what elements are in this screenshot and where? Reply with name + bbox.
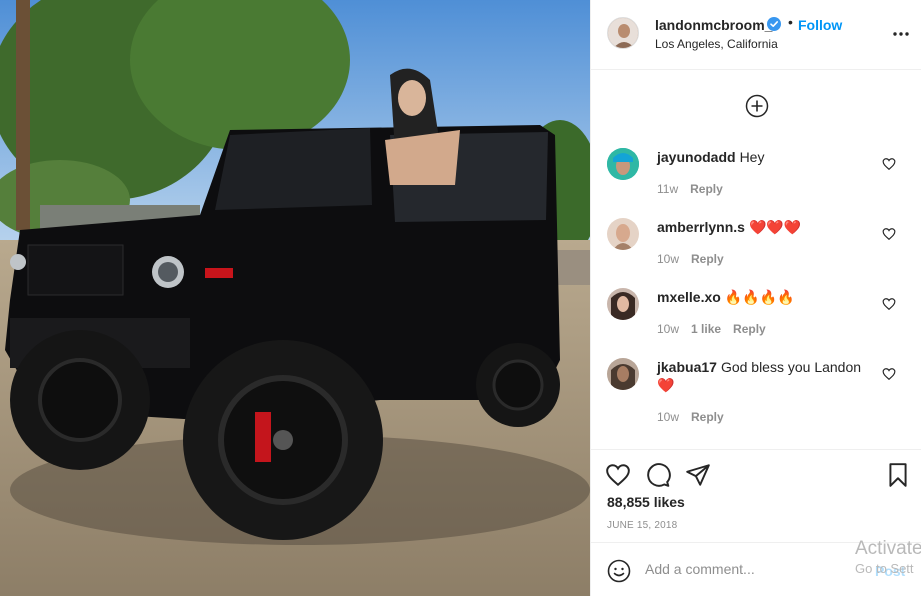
comment-time[interactable]: 10w — [657, 252, 679, 266]
comment-time[interactable]: 10w — [657, 322, 679, 336]
comment-username[interactable]: amberrlynn.s — [657, 219, 745, 235]
comment-username[interactable]: jkabua17 — [657, 359, 717, 375]
load-more-comments-icon[interactable] — [745, 94, 769, 118]
comment-body: jkabua17 God bless you Landon ❤️ — [657, 358, 877, 394]
header-separator: • — [788, 14, 793, 30]
comment-reply-button[interactable]: Reply — [690, 182, 723, 196]
comment-like-heart-icon[interactable] — [882, 297, 896, 311]
comment-username[interactable]: mxelle.xo — [657, 289, 721, 305]
commenter-avatar[interactable] — [607, 358, 639, 390]
post-location[interactable]: Los Angeles, California — [655, 37, 778, 51]
comment-meta: 11w Reply — [657, 182, 735, 196]
comment-like-heart-icon[interactable] — [882, 227, 896, 241]
comment-like-heart-icon[interactable] — [882, 367, 896, 381]
comment-like-heart-icon[interactable] — [882, 157, 896, 171]
post-actions: 88,855 likes JUNE 15, 2018 — [591, 449, 921, 542]
comment-reply-button[interactable]: Reply — [733, 322, 766, 336]
post-photo-image — [0, 0, 590, 596]
activation-watermark: Activate Go to Sett — [855, 538, 921, 578]
emoji-icon[interactable] — [607, 559, 631, 583]
post-date[interactable]: JUNE 15, 2018 — [607, 520, 677, 531]
comment-body: mxelle.xo 🔥🔥🔥🔥 — [657, 288, 877, 306]
comment-body: amberrlynn.s ❤️❤️❤️ — [657, 218, 877, 236]
commenter-avatar[interactable] — [607, 148, 639, 180]
comment-input[interactable] — [645, 561, 845, 577]
watermark-line-2: Go to Sett — [855, 561, 914, 576]
bookmark-icon[interactable] — [885, 462, 911, 488]
commenter-avatar[interactable] — [607, 288, 639, 320]
watermark-line-1: Activate — [855, 538, 921, 559]
comment-time[interactable]: 11w — [657, 182, 678, 196]
comment-icon[interactable] — [645, 462, 671, 488]
verified-badge-icon — [767, 17, 781, 31]
comment-time[interactable]: 10w — [657, 410, 679, 424]
comment-likes-count[interactable]: 1 like — [691, 322, 721, 336]
comment-meta: 10w Reply — [657, 410, 736, 424]
comment-reply-button[interactable]: Reply — [691, 252, 724, 266]
post-sidebar: landonmcbroom_ • Follow Los Angeles, Cal… — [590, 0, 921, 596]
more-options-icon[interactable] — [889, 24, 913, 44]
comment-body: jayunodadd Hey — [657, 148, 877, 166]
comment-meta: 10w Reply — [657, 252, 736, 266]
comment-reply-button[interactable]: Reply — [691, 410, 724, 424]
post-photo[interactable] — [0, 0, 590, 596]
comment-text: 🔥🔥🔥🔥 — [724, 289, 795, 305]
comment-text: ❤️❤️❤️ — [748, 219, 802, 235]
commenter-avatar[interactable] — [607, 218, 639, 250]
heart-icon[interactable] — [605, 462, 631, 488]
comment-username[interactable]: jayunodadd — [657, 149, 736, 165]
author-avatar[interactable] — [607, 17, 639, 49]
follow-button[interactable]: Follow — [798, 17, 842, 33]
comment-text: Hey — [739, 149, 765, 165]
post-header: landonmcbroom_ • Follow Los Angeles, Cal… — [591, 0, 921, 70]
likes-count[interactable]: 88,855 likes — [607, 494, 685, 510]
author-username[interactable]: landonmcbroom_ — [655, 17, 772, 33]
share-icon[interactable] — [685, 462, 711, 488]
comment-meta: 10w 1 like Reply — [657, 322, 778, 336]
